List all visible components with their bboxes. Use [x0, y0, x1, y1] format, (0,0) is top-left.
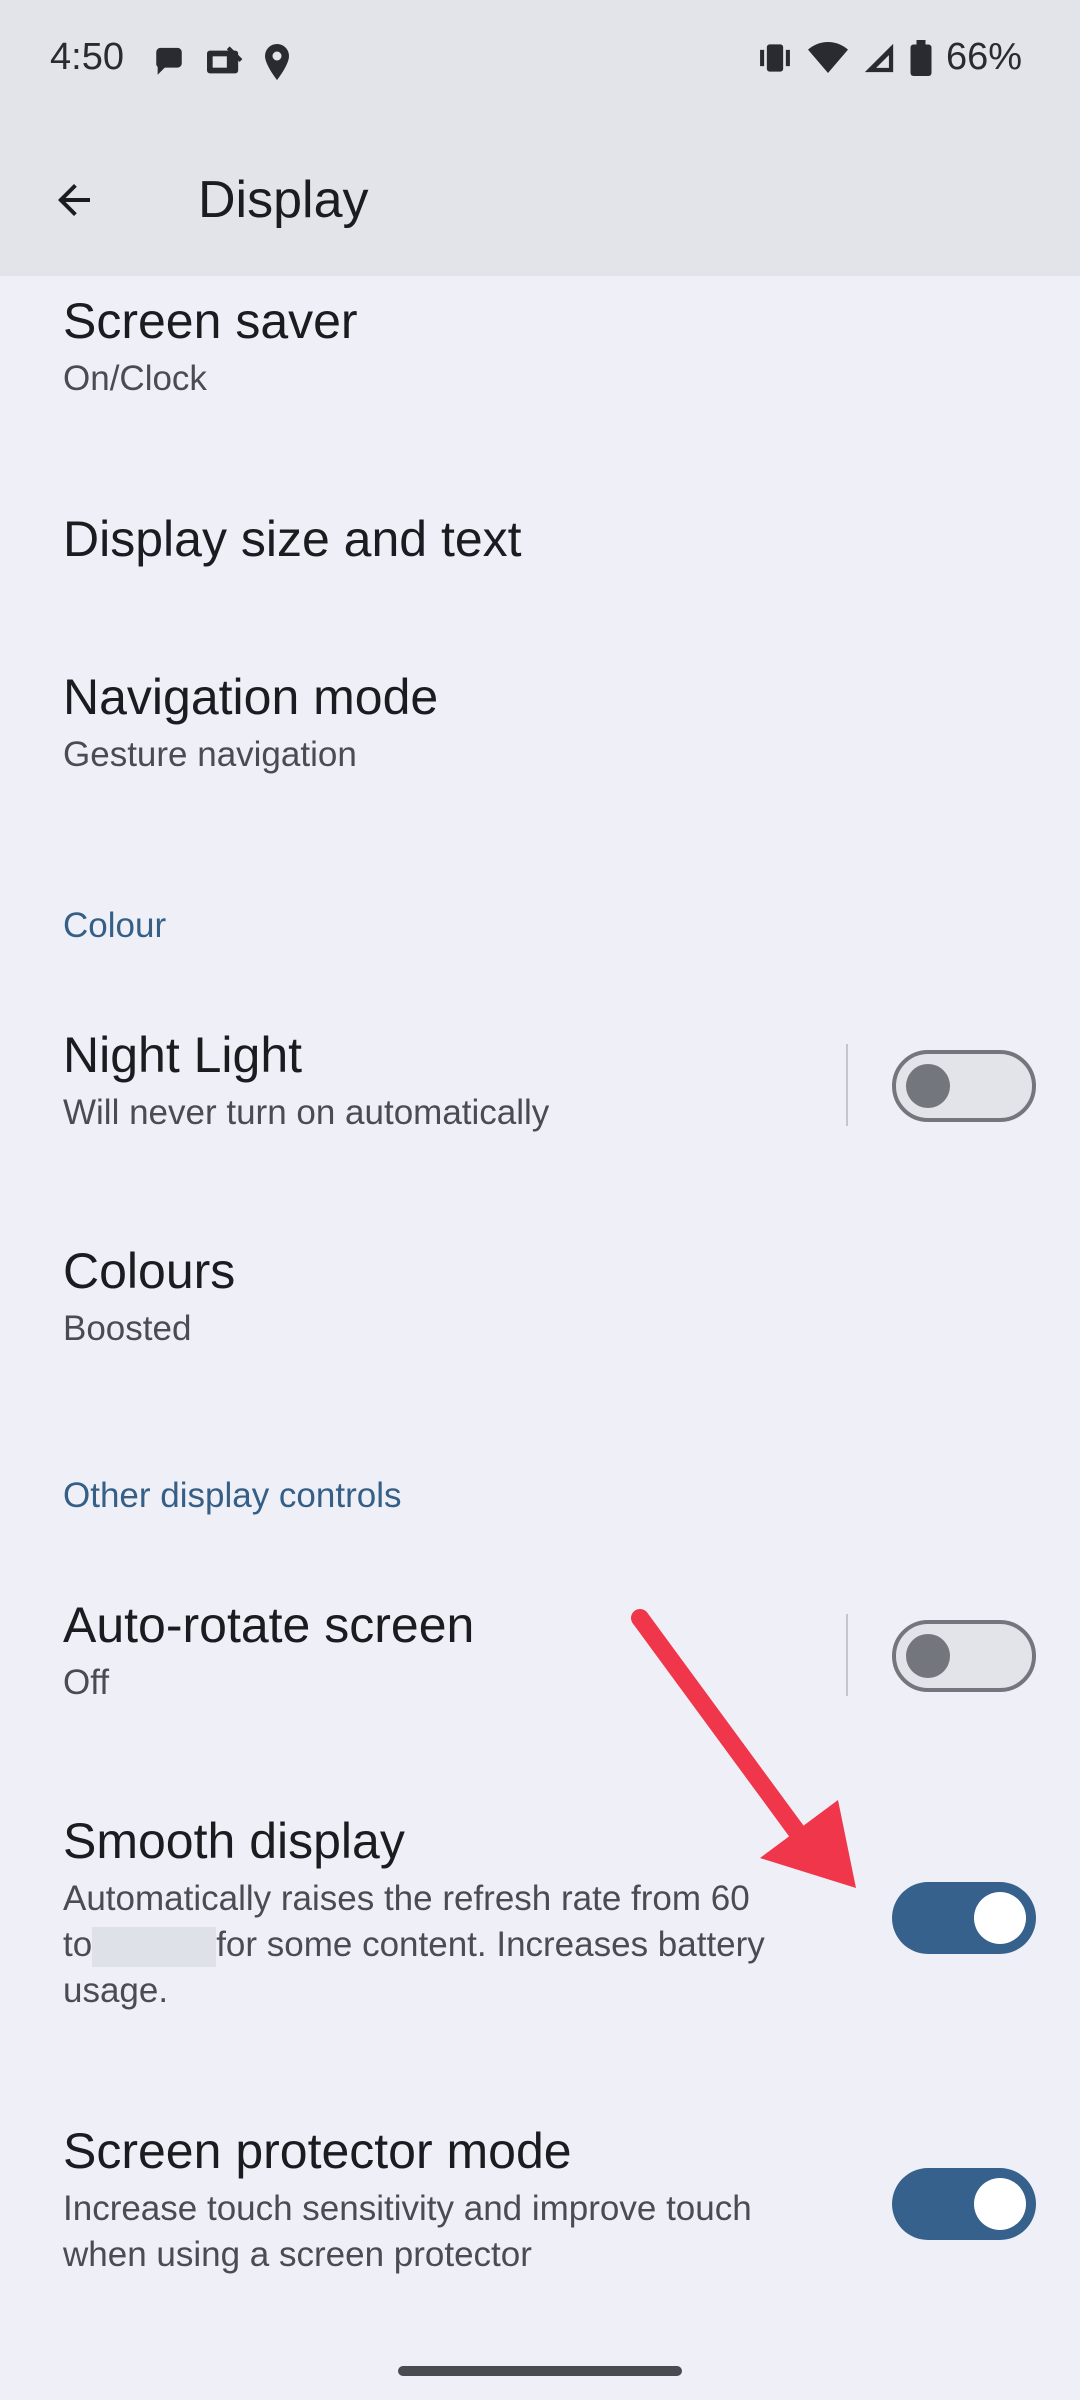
annotation-arrow: [631, 1609, 856, 1888]
home-indicator[interactable]: [398, 2366, 682, 2376]
